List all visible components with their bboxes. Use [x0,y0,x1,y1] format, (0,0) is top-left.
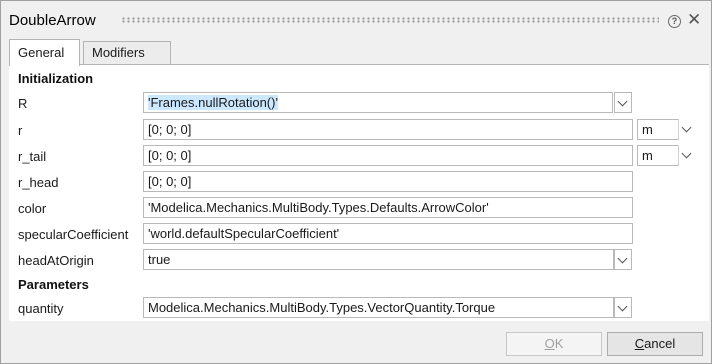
r_tail-unit-value: m [642,148,653,163]
r-unit-value: m [642,122,653,137]
r-input[interactable]: [0; 0; 0] [143,119,633,140]
label-specularCoefficient: specularCoefficient [18,227,129,242]
dialog-window: DoubleArrow ? ✕ General Modifiers Initia… [0,0,712,364]
headAtOrigin-dropdown-button[interactable] [614,249,632,270]
label-r_tail: r_tail [18,149,47,164]
window-title: DoubleArrow [9,12,96,29]
chevron-down-icon [617,96,628,107]
r_head-input[interactable]: [0; 0; 0] [143,171,633,192]
headAtOrigin-value: true [148,252,171,267]
r-unit-select[interactable]: m [637,119,696,140]
label-r_head: r_head [18,175,59,190]
chevron-down-icon [681,122,692,133]
quantity-value: Modelica.Mechanics.MultiBody.Types.Vecto… [148,300,496,315]
specularCoefficient-input[interactable]: 'world.defaultSpecularCoefficient' [143,223,633,244]
quantity-dropdown-button[interactable] [614,297,632,318]
label-R: R [18,96,28,111]
close-icon[interactable]: ✕ [687,11,701,28]
r-value: [0; 0; 0] [148,122,192,137]
cancel-label: ancel [644,336,676,351]
chevron-down-icon [617,301,628,312]
title-bar[interactable]: DoubleArrow ? ✕ [1,1,711,39]
drag-grip[interactable] [121,17,659,23]
label-headAtOrigin: headAtOrigin [18,253,94,268]
chevron-down-icon [681,148,692,159]
r_tail-input[interactable]: [0; 0; 0] [143,145,633,166]
cancel-mnemonic: C [634,336,645,351]
cancel-button[interactable]: Cancel [607,332,703,356]
tab-general-label: General [18,45,65,60]
headAtOrigin-select[interactable]: true [143,249,614,270]
r-unit-dropdown-button[interactable] [678,119,696,140]
tab-general[interactable]: General [9,39,80,66]
specularCoefficient-value: 'world.defaultSpecularCoefficient' [148,226,340,241]
section-initialization: Initialization [18,71,94,86]
color-input[interactable]: 'Modelica.Mechanics.MultiBody.Types.Defa… [143,197,633,218]
color-value: 'Modelica.Mechanics.MultiBody.Types.Defa… [148,200,489,215]
quantity-select[interactable]: Modelica.Mechanics.MultiBody.Types.Vecto… [143,297,614,318]
r_head-value: [0; 0; 0] [148,174,192,189]
ok-label: K [554,336,564,351]
help-icon[interactable]: ? [668,15,681,28]
chevron-down-icon [617,253,628,264]
R-value: 'Frames.nullRotation()' [148,95,278,110]
r_tail-unit-dropdown-button[interactable] [678,145,696,166]
r_tail-value: [0; 0; 0] [148,148,192,163]
R-input[interactable]: 'Frames.nullRotation()' [143,92,613,113]
label-quantity: quantity [18,301,64,316]
section-parameters: Parameters [18,277,89,292]
label-color: color [18,201,47,216]
ok-mnemonic: O [544,336,555,351]
r_tail-unit-select[interactable]: m [637,145,696,166]
R-dropdown-button[interactable] [614,92,632,113]
label-r: r [18,123,23,138]
tab-modifiers[interactable]: Modifiers [83,41,171,65]
tab-modifiers-label: Modifiers [92,45,145,60]
ok-button[interactable]: OK [506,332,602,356]
